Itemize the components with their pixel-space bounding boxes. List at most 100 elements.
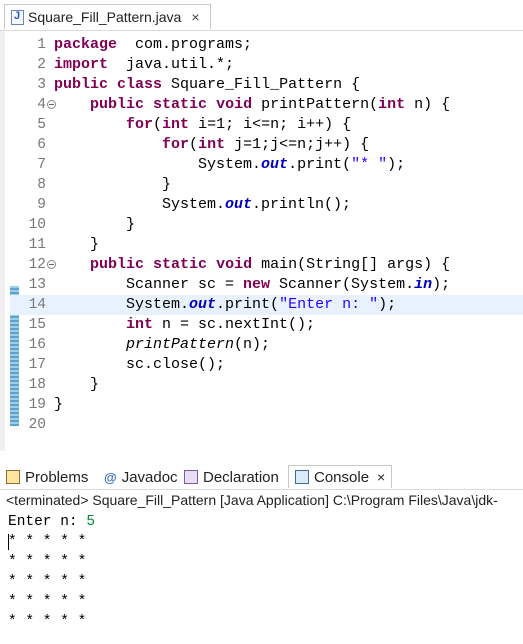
- console-prompt: Enter n:: [8, 514, 87, 530]
- code-text: System.out.print("Enter n: ");: [54, 295, 396, 315]
- code-line[interactable]: 17 sc.close();: [10, 355, 523, 375]
- code-token: (n);: [234, 336, 271, 353]
- code-line[interactable]: 15 int n = sc.nextInt();: [10, 315, 523, 335]
- code-line[interactable]: 12 public static void main(String[] args…: [10, 255, 523, 275]
- code-text: printPattern(n);: [54, 335, 270, 355]
- code-token: (: [189, 136, 199, 153]
- code-text: for(int j=1;j<=n;j++) {: [54, 135, 369, 155]
- code-token: for: [126, 116, 154, 133]
- console-icon: [295, 470, 309, 484]
- code-line[interactable]: 8 }: [10, 175, 523, 195]
- code-token: System.: [54, 156, 262, 173]
- code-token: class: [117, 76, 163, 93]
- line-number: 1: [37, 37, 46, 53]
- code-text: }: [54, 395, 63, 415]
- line-number: 6: [37, 137, 46, 153]
- close-icon[interactable]: ×: [377, 469, 385, 485]
- code-line[interactable]: 18 }: [10, 375, 523, 395]
- code-line[interactable]: 4 public static void printPattern(int n)…: [10, 95, 523, 115]
- code-token: .print(: [288, 156, 352, 173]
- code-text: package com.programs;: [54, 35, 252, 55]
- tab-console[interactable]: Console ×: [288, 465, 393, 488]
- code-line[interactable]: 1 package com.programs;: [10, 35, 523, 55]
- editor-tab-square-fill-pattern[interactable]: Square_Fill_Pattern.java ×: [4, 4, 211, 29]
- output-row: * * * * *: [8, 614, 87, 630]
- code-token: import: [54, 56, 109, 73]
- code-token: }: [54, 236, 100, 253]
- line-number: 15: [28, 317, 46, 333]
- tab-javadoc[interactable]: @ Javadoc: [104, 466, 178, 488]
- code-token: java.util.*;: [108, 56, 235, 73]
- code-line[interactable]: 13 Scanner sc = new Scanner(System.in);: [10, 275, 523, 295]
- code-line[interactable]: 19}: [10, 395, 523, 415]
- text-caret: [8, 534, 9, 550]
- output-row: * * * * *: [8, 574, 87, 590]
- code-text: public static void printPattern(int n) {: [54, 95, 450, 115]
- code-token: );: [432, 276, 451, 293]
- code-token: sc.close();: [54, 356, 226, 373]
- code-text: public class Square_Fill_Pattern {: [54, 75, 360, 95]
- code-line[interactable]: 20: [10, 415, 523, 435]
- code-text: System.out.print("* ");: [54, 155, 405, 175]
- code-line[interactable]: 16 printPattern(n);: [10, 335, 523, 355]
- line-number: 20: [28, 417, 46, 433]
- tab-problems-label: Problems: [25, 468, 89, 486]
- code-line[interactable]: 7 System.out.print("* ");: [10, 155, 523, 175]
- code-text: }: [54, 175, 171, 195]
- code-token: out: [261, 156, 289, 173]
- code-token: out: [225, 196, 253, 213]
- code-token: }: [54, 376, 100, 393]
- close-icon[interactable]: ×: [191, 9, 199, 25]
- javadoc-icon: @: [104, 470, 117, 485]
- code-line[interactable]: 11 }: [10, 235, 523, 255]
- code-token: printPattern: [126, 336, 235, 353]
- console-output[interactable]: Enter n: 5 * * * * * * * * * * * * * * *…: [8, 512, 95, 632]
- tab-problems[interactable]: Problems: [6, 466, 88, 488]
- editor-tab-title: Square_Fill_Pattern.java: [28, 9, 182, 25]
- code-token: printPattern(: [252, 96, 379, 113]
- line-number: 12: [28, 257, 46, 273]
- code-token: void: [216, 256, 253, 273]
- code-text: }: [54, 235, 99, 255]
- code-token: package: [54, 36, 118, 53]
- code-token: static: [153, 96, 208, 113]
- line-number: 19: [28, 397, 46, 413]
- tab-console-label: Console: [314, 468, 370, 486]
- code-line[interactable]: 6 for(int j=1;j<=n;j++) {: [10, 135, 523, 155]
- code-token: int: [126, 316, 154, 333]
- code-line[interactable]: 9 System.out.println();: [10, 195, 523, 215]
- code-line[interactable]: 3 public class Square_Fill_Pattern {: [10, 75, 523, 95]
- tab-declaration[interactable]: Declaration: [184, 466, 279, 488]
- code-token: static: [153, 256, 208, 273]
- output-row: * * * * *: [8, 594, 87, 610]
- code-line[interactable]: 2 import java.util.*;: [10, 55, 523, 75]
- line-number: 10: [28, 217, 46, 233]
- code-token: for: [162, 136, 190, 153]
- code-editor[interactable]: 1 package com.programs; 2 import java.util.…: [0, 31, 523, 481]
- console-input-echo: 5: [86, 514, 96, 530]
- code-line[interactable]: 14 System.out.print("Enter n: ");: [10, 295, 523, 315]
- code-token: public: [90, 256, 145, 273]
- code-token: System.: [54, 296, 190, 313]
- tab-javadoc-label: Javadoc: [121, 468, 178, 486]
- panel-separator: [0, 451, 523, 463]
- output-row: * * * * *: [8, 534, 87, 550]
- code-text: for(int i=1; i<=n; i++) {: [54, 115, 351, 135]
- code-line[interactable]: 5 for(int i=1; i<=n; i++) {: [10, 115, 523, 135]
- code-token: "Enter n: ": [279, 296, 379, 313]
- code-line[interactable]: 10 }: [10, 215, 523, 235]
- line-number: 11: [28, 237, 46, 253]
- code-token: main(String[] args) {: [252, 256, 451, 273]
- code-token: "* ": [351, 156, 388, 173]
- editor-tab-bar: Square_Fill_Pattern.java ×: [0, 0, 523, 31]
- line-number: 18: [28, 377, 46, 393]
- problems-icon: [6, 470, 20, 484]
